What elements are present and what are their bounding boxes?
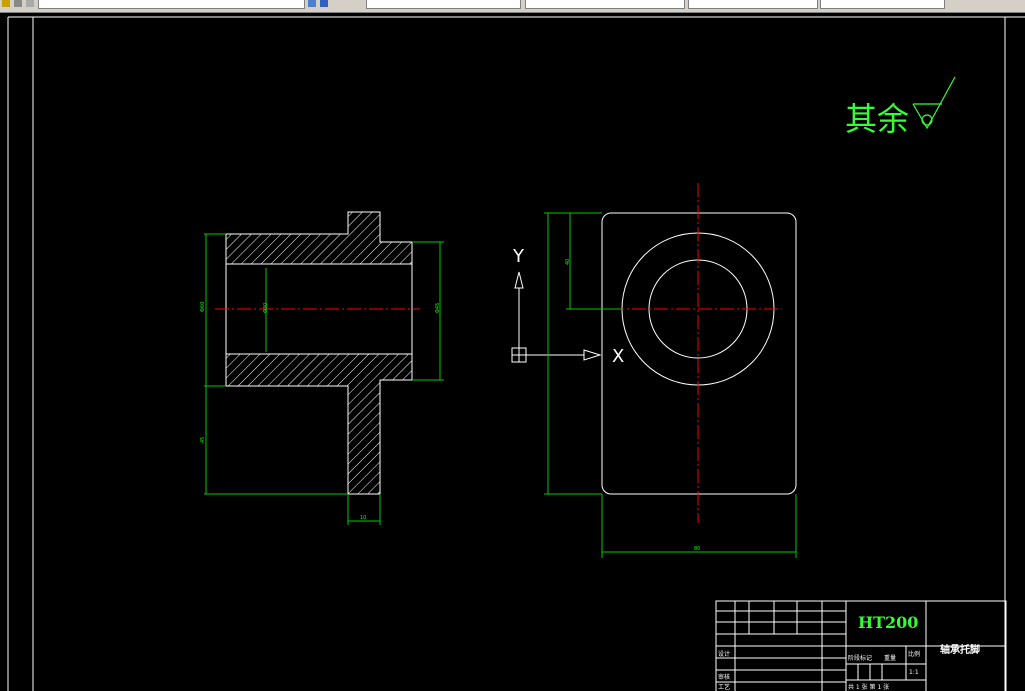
side-view: 40 80: [544, 183, 797, 558]
title-scale-value: 1:1: [909, 669, 919, 676]
lower-hatch: [225, 353, 413, 495]
title-row-design: 设计: [718, 650, 730, 658]
layer-previous-icon[interactable]: [308, 0, 316, 7]
lock-icon[interactable]: [26, 0, 34, 7]
roughness-symbol-icon: [912, 76, 956, 130]
ucs-y-label: Y: [512, 246, 525, 267]
sun-icon[interactable]: [14, 0, 22, 7]
layer-state-icon[interactable]: [320, 0, 328, 7]
title-row-review: 审核: [718, 673, 730, 681]
title-weight: 重量: [884, 654, 896, 662]
title-row-process: 工艺: [718, 683, 730, 691]
title-block: HT200 轴承托脚 设计 审核 工艺 阶段标记 重量 比例 1:1 共 1 张…: [715, 600, 1007, 691]
dim-front-web-width: 10: [360, 515, 366, 521]
title-sheet-info: 共 1 张 第 1 张: [848, 683, 889, 691]
dim-front-flange: Φ45: [435, 303, 441, 313]
layer-icon[interactable]: [2, 0, 10, 7]
lineweight-dropdown[interactable]: [688, 0, 818, 9]
material-label: HT200: [858, 613, 918, 632]
ucs-x-label: X: [612, 346, 624, 367]
dim-front-bore: Φ30: [263, 303, 269, 313]
dim-side-top-offset: 40: [565, 259, 571, 265]
dim-side-width: 80: [694, 546, 700, 552]
layer-dropdown[interactable]: [38, 0, 305, 9]
side-body-outline: [601, 212, 797, 495]
front-view: Φ60 Φ30 Φ45 45 10: [200, 211, 444, 525]
roughness-note: 其余: [845, 76, 956, 138]
dim-front-outer-height: Φ60: [200, 302, 206, 312]
plotstyle-dropdown[interactable]: [820, 0, 945, 9]
roughness-text: 其余: [845, 100, 909, 138]
dim-front-base-height: 45: [200, 437, 206, 443]
title-scale: 比例: [908, 650, 920, 658]
color-dropdown[interactable]: [366, 0, 521, 9]
part-name-label: 轴承托脚: [940, 643, 980, 656]
drawing-canvas[interactable]: 其余 Φ60 Φ30 Φ45 45 10 Y X 40 80 HT200 轴承托…: [0, 12, 1025, 691]
linetype-dropdown[interactable]: [525, 0, 685, 9]
title-batch-marks: 阶段标记: [848, 654, 872, 662]
side-dimensions: [544, 212, 797, 558]
upper-hatch: [225, 211, 413, 265]
